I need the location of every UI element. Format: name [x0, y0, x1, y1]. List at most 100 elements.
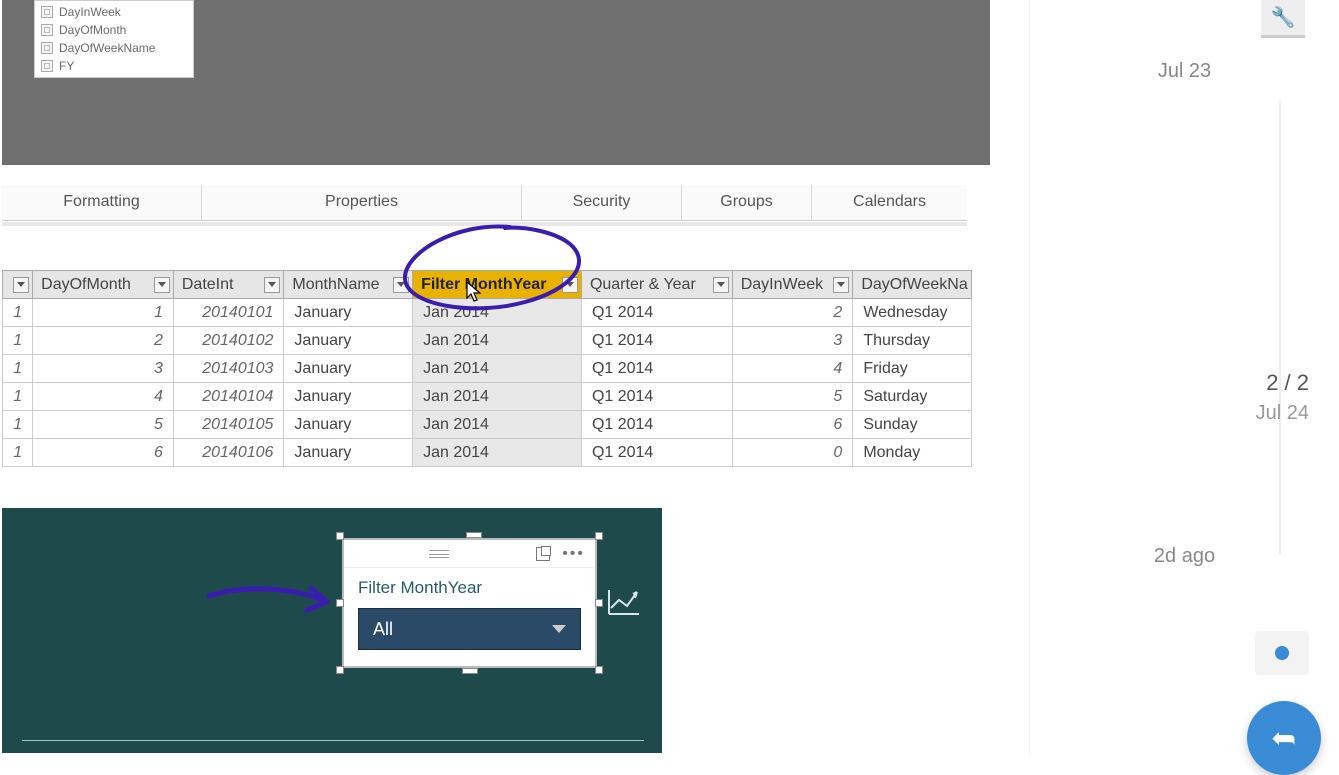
table-cell[interactable]: Thursday: [853, 327, 972, 355]
slicer-value: All: [373, 619, 393, 640]
timeline-end-label[interactable]: 2d ago: [1030, 545, 1339, 568]
more-options-icon[interactable]: •••: [562, 549, 585, 559]
table-cell[interactable]: Q1 2014: [581, 327, 732, 355]
table-cell[interactable]: Q1 2014: [581, 355, 732, 383]
slicer-visual[interactable]: ••• Filter MonthYear All: [342, 538, 597, 668]
filter-dropdown-icon[interactable]: [264, 277, 280, 293]
ribbon-tab-calendars[interactable]: Calendars: [812, 185, 967, 220]
table-cell[interactable]: Jan 2014: [413, 327, 582, 355]
ribbon-tab-security[interactable]: Security: [522, 185, 682, 220]
reply-button[interactable]: ➦: [1247, 701, 1321, 775]
col-header-dayinweek[interactable]: DayInWeek: [732, 271, 853, 299]
table-cell[interactable]: Q1 2014: [581, 439, 732, 467]
filter-dropdown-icon[interactable]: [13, 277, 29, 293]
table-cell[interactable]: 6: [732, 411, 853, 439]
field-item[interactable]: DayInWeek: [35, 3, 193, 21]
table-cell[interactable]: 20140105: [173, 411, 284, 439]
table-cell[interactable]: Monday: [853, 439, 972, 467]
table-cell[interactable]: 20140106: [173, 439, 284, 467]
table-cell[interactable]: Jan 2014: [413, 383, 582, 411]
col-header-filter-monthyear[interactable]: Filter MonthYear: [413, 271, 582, 299]
slicer-dropdown[interactable]: All: [358, 608, 581, 650]
filter-dropdown-icon[interactable]: [393, 277, 409, 293]
table-cell[interactable]: January: [284, 411, 413, 439]
timeline-start-date[interactable]: Jul 23: [1030, 60, 1339, 83]
table-cell[interactable]: 5: [33, 411, 174, 439]
table-cell[interactable]: 2: [732, 299, 853, 327]
table-cell[interactable]: Jan 2014: [413, 299, 582, 327]
table-cell[interactable]: Q1 2014: [581, 383, 732, 411]
ribbon-tab-formatting[interactable]: Formatting: [2, 185, 202, 220]
table-cell[interactable]: 6: [33, 439, 174, 467]
table-cell[interactable]: Sunday: [853, 411, 972, 439]
table-cell[interactable]: 20140102: [173, 327, 284, 355]
table-cell[interactable]: 3: [732, 327, 853, 355]
table-cell[interactable]: January: [284, 439, 413, 467]
slicer-header: •••: [344, 540, 595, 568]
data-grid[interactable]: DayOfMonth DateInt MonthName Filter Mont…: [2, 270, 972, 467]
table-cell[interactable]: Q1 2014: [581, 411, 732, 439]
edit-post-button[interactable]: 🔧: [1261, 0, 1305, 38]
table-cell[interactable]: 1: [3, 299, 33, 327]
table-cell[interactable]: 0: [732, 439, 853, 467]
col-header-blank[interactable]: [3, 271, 33, 299]
table-cell[interactable]: Q1 2014: [581, 299, 732, 327]
table-cell[interactable]: 4: [732, 355, 853, 383]
table-cell[interactable]: 1: [3, 383, 33, 411]
table-cell[interactable]: 1: [33, 299, 174, 327]
table-cell[interactable]: 5: [732, 383, 853, 411]
table-cell[interactable]: Jan 2014: [413, 355, 582, 383]
col-header-monthname[interactable]: MonthName: [284, 271, 413, 299]
timeline-rail[interactable]: [1279, 100, 1281, 555]
field-label: FY: [59, 59, 74, 73]
notifications-button[interactable]: [1255, 631, 1309, 675]
filter-dropdown-icon[interactable]: [833, 277, 849, 293]
filter-dropdown-icon[interactable]: [562, 277, 578, 293]
table-cell[interactable]: Wednesday: [853, 299, 972, 327]
table-cell[interactable]: Jan 2014: [413, 411, 582, 439]
table-row[interactable]: 1520140105JanuaryJan 2014Q1 20146Sunday: [3, 411, 972, 439]
col-header-quarter-year[interactable]: Quarter & Year: [581, 271, 732, 299]
table-cell[interactable]: January: [284, 327, 413, 355]
table-cell[interactable]: Friday: [853, 355, 972, 383]
field-label: DayOfMonth: [59, 23, 126, 37]
table-cell[interactable]: Jan 2014: [413, 439, 582, 467]
table-row[interactable]: 1220140102JanuaryJan 2014Q1 20143Thursda…: [3, 327, 972, 355]
table-row[interactable]: 1320140103JanuaryJan 2014Q1 20144Friday: [3, 355, 972, 383]
table-cell[interactable]: 4: [33, 383, 174, 411]
field-item[interactable]: FY: [35, 57, 193, 75]
col-header-dayofmonth[interactable]: DayOfMonth: [33, 271, 174, 299]
filter-dropdown-icon[interactable]: [154, 277, 170, 293]
table-cell[interactable]: 1: [3, 327, 33, 355]
ribbon-tab-groups[interactable]: Groups: [682, 185, 812, 220]
column-icon: [41, 6, 53, 18]
table-cell[interactable]: 20140101: [173, 299, 284, 327]
table-cell[interactable]: 3: [33, 355, 174, 383]
table-cell[interactable]: 20140104: [173, 383, 284, 411]
col-header-dateint[interactable]: DateInt: [173, 271, 284, 299]
col-header-dayofweekname[interactable]: DayOfWeekNa: [853, 271, 972, 299]
header-row: DayOfMonth DateInt MonthName Filter Mont…: [3, 271, 972, 299]
ribbon-tab-properties[interactable]: Properties: [202, 185, 522, 220]
fields-panel[interactable]: DayInWeek DayOfMonth DayOfWeekName FY: [34, 0, 194, 78]
table-row[interactable]: 1420140104JanuaryJan 2014Q1 20145Saturda…: [3, 383, 972, 411]
field-item[interactable]: DayOfMonth: [35, 21, 193, 39]
focus-mode-icon[interactable]: [536, 547, 550, 561]
field-item[interactable]: DayOfWeekName: [35, 39, 193, 57]
line-chart-icon[interactable]: [607, 588, 641, 624]
table-cell[interactable]: 1: [3, 439, 33, 467]
filter-dropdown-icon[interactable]: [713, 277, 729, 293]
timeline-position[interactable]: 2 / 2 Jul 24: [1256, 370, 1309, 425]
data-table[interactable]: DayOfMonth DateInt MonthName Filter Mont…: [2, 270, 972, 467]
table-cell[interactable]: January: [284, 299, 413, 327]
table-row[interactable]: 1120140101JanuaryJan 2014Q1 20142Wednesd…: [3, 299, 972, 327]
table-cell[interactable]: 1: [3, 411, 33, 439]
table-cell[interactable]: 20140103: [173, 355, 284, 383]
table-cell[interactable]: January: [284, 383, 413, 411]
table-cell[interactable]: Saturday: [853, 383, 972, 411]
drag-grip-icon[interactable]: [354, 550, 524, 558]
table-cell[interactable]: 1: [3, 355, 33, 383]
table-cell[interactable]: January: [284, 355, 413, 383]
table-cell[interactable]: 2: [33, 327, 174, 355]
table-row[interactable]: 1620140106JanuaryJan 2014Q1 20140Monday: [3, 439, 972, 467]
